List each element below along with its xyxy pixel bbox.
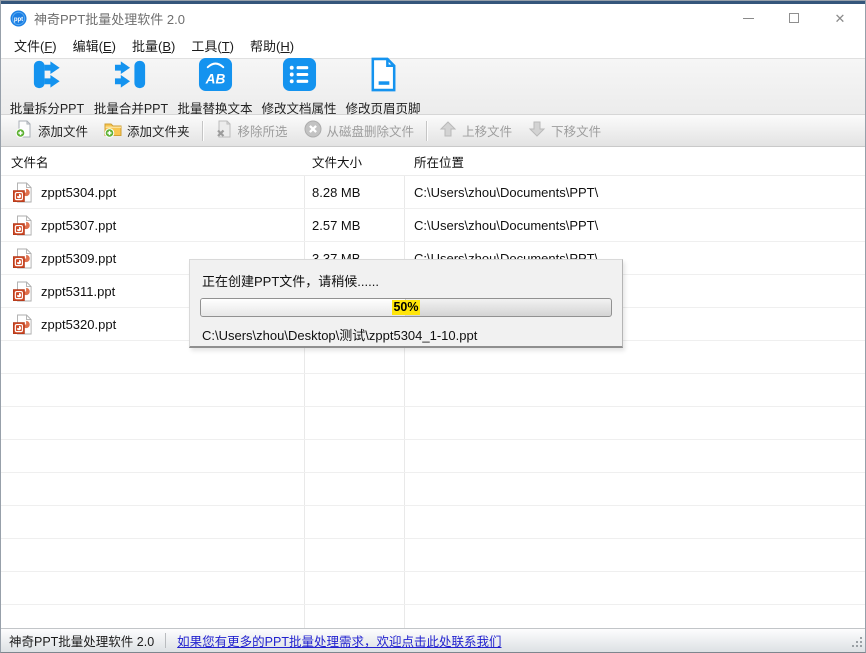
move-down-icon [528, 120, 546, 141]
maximize-icon [789, 13, 799, 23]
ppt-file-icon [13, 182, 32, 203]
header-footer-button[interactable]: 修改页眉页脚 [341, 60, 425, 114]
contact-us-link[interactable]: 如果您有更多的PPT批量处理需求，欢迎点击此处联系我们 [177, 631, 501, 650]
resize-grip-icon[interactable] [850, 637, 863, 650]
close-icon: ✕ [835, 12, 846, 25]
merge-ppt-button[interactable]: 批量合并PPT [89, 60, 173, 114]
merge-ppt-icon [114, 57, 149, 97]
file-name: zppt5309.ppt [41, 251, 116, 266]
add-folder-button[interactable]: 添加文件夹 [96, 117, 198, 144]
ppt-file-icon [13, 215, 32, 236]
status-bar: 神奇PPT批量处理软件 2.0 如果您有更多的PPT批量处理需求，欢迎点击此处联… [1, 628, 865, 652]
split-ppt-label: 批量拆分PPT [10, 98, 84, 117]
split-ppt-button[interactable]: 批量拆分PPT [5, 60, 89, 114]
toolbar-separator [202, 121, 203, 141]
maximize-button[interactable] [771, 4, 817, 32]
doc-properties-icon [282, 57, 317, 97]
file-size: 2.57 MB [304, 218, 404, 233]
table-row[interactable]: zppt5304.ppt 8.28 MB C:\Users\zhou\Docum… [1, 176, 865, 209]
move-down-button[interactable]: 下移文件 [520, 117, 609, 144]
menu-batch[interactable]: 批量(B) [124, 32, 183, 59]
menu-tools[interactable]: 工具(T) [183, 32, 242, 59]
file-list: 文件名 文件大小 所在位置 zppt5304.ppt 8.28 MB C:\Us… [1, 147, 865, 630]
add-folder-icon [104, 120, 122, 141]
column-header-filesize[interactable]: 文件大小 [304, 152, 404, 171]
replace-text-button[interactable]: AB 批量替换文本 [173, 60, 257, 114]
move-up-label: 上移文件 [462, 121, 512, 140]
delete-from-disk-label: 从磁盘删除文件 [327, 121, 415, 140]
column-header-location[interactable]: 所在位置 [404, 152, 865, 171]
minimize-button[interactable] [725, 4, 771, 32]
menu-edit[interactable]: 编辑(E) [65, 32, 124, 59]
table-row[interactable]: zppt5307.ppt 2.57 MB C:\Users\zhou\Docum… [1, 209, 865, 242]
progress-message: 正在创建PPT文件，请稍候...... [190, 260, 622, 290]
app-logo-icon: ppt [10, 10, 27, 27]
remove-selected-icon [215, 120, 233, 141]
ppt-file-icon [13, 248, 32, 269]
file-name: zppt5304.ppt [41, 185, 116, 200]
doc-properties-button[interactable]: 修改文档属性 [257, 60, 341, 114]
move-up-icon [439, 120, 457, 141]
status-separator [165, 633, 166, 648]
file-name: zppt5311.ppt [41, 284, 115, 299]
status-app-name: 神奇PPT批量处理软件 2.0 [9, 631, 154, 650]
list-header: 文件名 文件大小 所在位置 [1, 147, 865, 176]
add-file-button[interactable]: 添加文件 [7, 117, 96, 144]
file-path: C:\Users\zhou\Documents\PPT\ [404, 185, 865, 200]
column-header-filename[interactable]: 文件名 [1, 152, 304, 171]
add-file-icon [15, 120, 33, 141]
titlebar[interactable]: ppt 神奇PPT批量处理软件 2.0 ✕ [1, 4, 865, 32]
doc-properties-label: 修改文档属性 [261, 98, 336, 117]
minimize-icon [743, 18, 754, 19]
file-toolbar: 添加文件 添加文件夹 移除所选 从磁盘删除文件 上移文件 [1, 115, 865, 147]
header-footer-label: 修改页眉页脚 [345, 98, 420, 117]
delete-from-disk-button[interactable]: 从磁盘删除文件 [296, 117, 423, 144]
delete-from-disk-icon [304, 120, 322, 141]
file-name: zppt5307.ppt [41, 218, 116, 233]
app-window: ppt 神奇PPT批量处理软件 2.0 ✕ 文件(F) 编辑(E) 批量(B) … [0, 0, 866, 653]
menubar: 文件(F) 编辑(E) 批量(B) 工具(T) 帮助(H) [1, 32, 865, 58]
main-toolbar: 批量拆分PPT 批量合并PPT AB 批量替换文本 修改文档属性 修改页眉页脚 [1, 58, 865, 115]
progress-dialog: 正在创建PPT文件，请稍候...... 50% C:\Users\zhou\De… [189, 259, 623, 348]
toolbar-separator [426, 121, 427, 141]
window-title: 神奇PPT批量处理软件 2.0 [34, 9, 185, 28]
remove-selected-label: 移除所选 [238, 121, 288, 140]
ppt-file-icon [13, 281, 32, 302]
file-name: zppt5320.ppt [41, 317, 116, 332]
replace-text-label: 批量替换文本 [177, 98, 252, 117]
menu-help[interactable]: 帮助(H) [242, 32, 302, 59]
add-folder-label: 添加文件夹 [127, 121, 190, 140]
svg-text:ppt: ppt [14, 17, 23, 23]
file-path: C:\Users\zhou\Documents\PPT\ [404, 218, 865, 233]
list-rows: zppt5304.ppt 8.28 MB C:\Users\zhou\Docum… [1, 176, 865, 630]
progress-percent: 50% [392, 300, 419, 315]
merge-ppt-label: 批量合并PPT [94, 98, 168, 117]
progress-output-path: C:\Users\zhou\Desktop\测试\zppt5304_1-10.p… [190, 317, 622, 344]
header-footer-icon [366, 57, 401, 97]
move-down-label: 下移文件 [551, 121, 601, 140]
remove-selected-button[interactable]: 移除所选 [207, 117, 296, 144]
move-up-button[interactable]: 上移文件 [431, 117, 520, 144]
ppt-file-icon [13, 314, 32, 335]
close-button[interactable]: ✕ [817, 4, 863, 32]
add-file-label: 添加文件 [38, 121, 88, 140]
progress-bar: 50% [200, 298, 612, 317]
svg-text:AB: AB [204, 71, 225, 86]
menu-file[interactable]: 文件(F) [6, 32, 65, 59]
file-size: 8.28 MB [304, 185, 404, 200]
replace-text-icon: AB [198, 57, 233, 97]
split-ppt-icon [30, 57, 65, 97]
